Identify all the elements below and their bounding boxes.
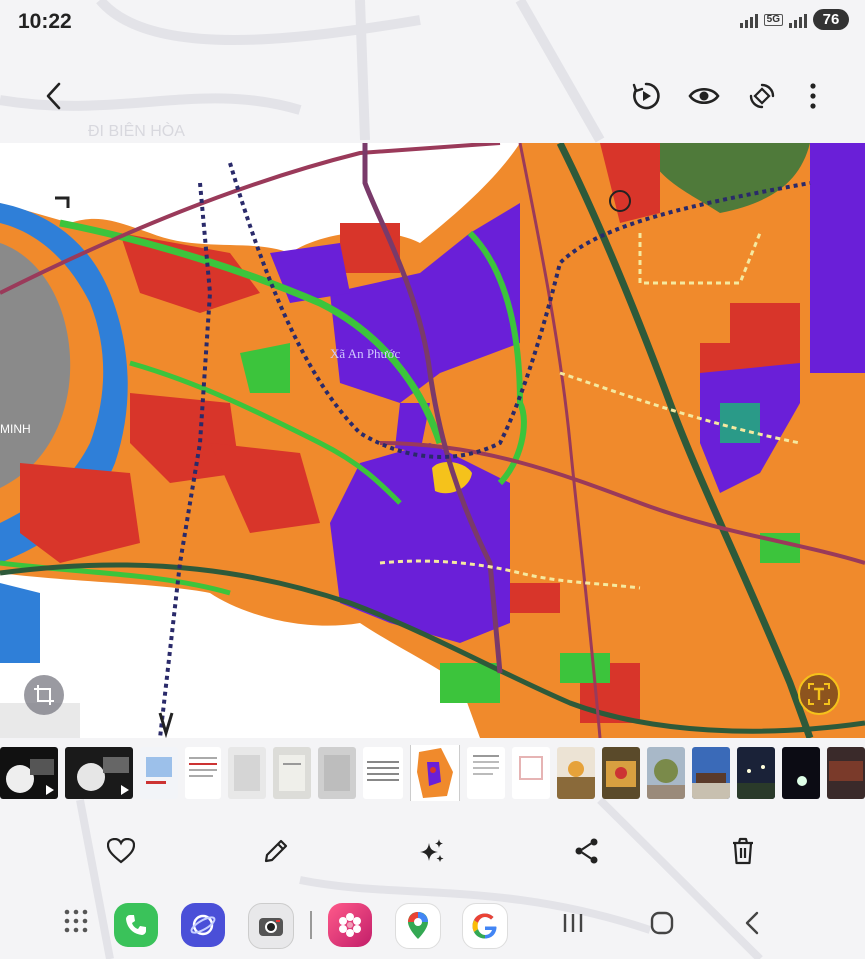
rotate-button[interactable]: [742, 76, 782, 116]
thumbnail[interactable]: [737, 747, 775, 799]
back-button[interactable]: [34, 76, 74, 116]
maps-app-icon: [408, 912, 428, 939]
preview-button[interactable]: [684, 76, 724, 116]
thumbnail-image: [324, 755, 350, 791]
play-icon: [46, 785, 54, 795]
thumbnail-image: [473, 755, 499, 775]
ai-edit-button[interactable]: [411, 830, 453, 872]
app-drawer-button[interactable]: [58, 903, 94, 939]
delete-button[interactable]: [722, 830, 764, 872]
signal-icon-2: [789, 12, 807, 28]
recents-icon: [563, 914, 583, 932]
app-drawer-icon: [64, 909, 88, 933]
maps-app[interactable]: [395, 903, 441, 949]
home-icon: [650, 911, 674, 935]
trash-icon: [733, 837, 753, 865]
camera-app[interactable]: [248, 903, 294, 949]
planning-map-image: Xã An Phước MINH: [0, 143, 865, 738]
more-options-button[interactable]: [796, 76, 830, 116]
favorite-button[interactable]: [100, 830, 142, 872]
thumbnail-image: [647, 759, 685, 799]
status-bar: 10:22 5G 76: [0, 0, 865, 44]
thumbnail-image: [417, 748, 453, 798]
photo-viewer-image[interactable]: Xã An Phước MINH: [0, 143, 865, 738]
gallery-app[interactable]: [328, 903, 372, 947]
photo-action-bar: [0, 826, 865, 876]
thumbnail-image: [367, 761, 399, 781]
play-icon: [121, 785, 129, 795]
recents-button[interactable]: [553, 903, 593, 943]
home-button[interactable]: [642, 903, 682, 943]
thumbnail[interactable]: [647, 747, 685, 799]
battery-badge: 76: [813, 9, 849, 30]
thumbnail-image: [606, 761, 636, 787]
more-vert-icon: [810, 83, 816, 109]
thumbnail-video[interactable]: [65, 747, 133, 799]
thumbnail-image: [519, 756, 543, 780]
thumbnail[interactable]: [318, 747, 356, 799]
map-label-left: MINH: [0, 422, 31, 436]
play-motion-icon: [632, 82, 660, 110]
dock-divider: [310, 911, 312, 939]
thumbnail[interactable]: [827, 747, 865, 799]
phone-app-icon: [126, 915, 146, 935]
rotate-icon: [749, 83, 775, 109]
thumbnail-strip[interactable]: [0, 745, 865, 801]
google-app[interactable]: [462, 903, 508, 949]
text-extract-icon: [808, 683, 830, 705]
signal-icon: [739, 12, 758, 28]
map-label-center: Xã An Phước: [330, 346, 400, 361]
motion-photo-button[interactable]: [626, 76, 666, 116]
thumbnail-image: [829, 761, 863, 781]
thumbnail[interactable]: [557, 747, 595, 799]
internet-app[interactable]: [181, 903, 225, 947]
thumbnail[interactable]: [782, 747, 820, 799]
thumbnail[interactable]: [692, 747, 730, 799]
internet-app-icon: [190, 914, 216, 936]
sparkle-icon: [420, 839, 444, 862]
chevron-left-icon: [46, 82, 61, 110]
crop-icon: [34, 685, 54, 705]
status-icons: 5G 76: [739, 9, 849, 30]
thumbnail-image: [234, 755, 260, 791]
thumbnail-image: [146, 757, 172, 784]
google-app-icon: [472, 913, 497, 939]
share-icon: [575, 838, 598, 864]
thumbnail[interactable]: [140, 747, 178, 799]
thumbnail[interactable]: [228, 747, 266, 799]
back-icon: [745, 911, 759, 935]
status-time: 10:22: [18, 10, 72, 33]
edit-button[interactable]: [255, 830, 297, 872]
thumbnail-video[interactable]: [0, 747, 58, 799]
thumbnail[interactable]: [273, 747, 311, 799]
thumbnail[interactable]: [512, 747, 550, 799]
thumbnail-selected[interactable]: [410, 745, 460, 801]
pencil-icon: [264, 839, 288, 863]
crop-button[interactable]: [24, 675, 64, 715]
heart-icon: [107, 838, 135, 864]
gallery-app-icon: [339, 913, 361, 937]
thumbnail[interactable]: [363, 747, 403, 799]
thumbnail-image: [279, 755, 305, 791]
thumbnail-image: [557, 761, 595, 799]
thumbnail-image: [797, 776, 807, 786]
camera-app-icon: [259, 918, 283, 936]
viewer-top-bar: [0, 64, 865, 128]
network-type-badge: 5G: [763, 13, 783, 26]
phone-app[interactable]: [114, 903, 158, 947]
eye-icon: [688, 87, 720, 105]
thumbnail-image: [737, 765, 775, 799]
thumbnail-image: [692, 773, 730, 799]
thumbnail-image: [189, 757, 217, 777]
text-extract-button[interactable]: [798, 673, 840, 715]
share-button[interactable]: [566, 830, 608, 872]
thumbnail[interactable]: [467, 747, 505, 799]
system-back-button[interactable]: [732, 903, 772, 943]
system-nav-bar: [0, 895, 865, 955]
thumbnail[interactable]: [602, 747, 640, 799]
thumbnail[interactable]: [185, 747, 221, 799]
